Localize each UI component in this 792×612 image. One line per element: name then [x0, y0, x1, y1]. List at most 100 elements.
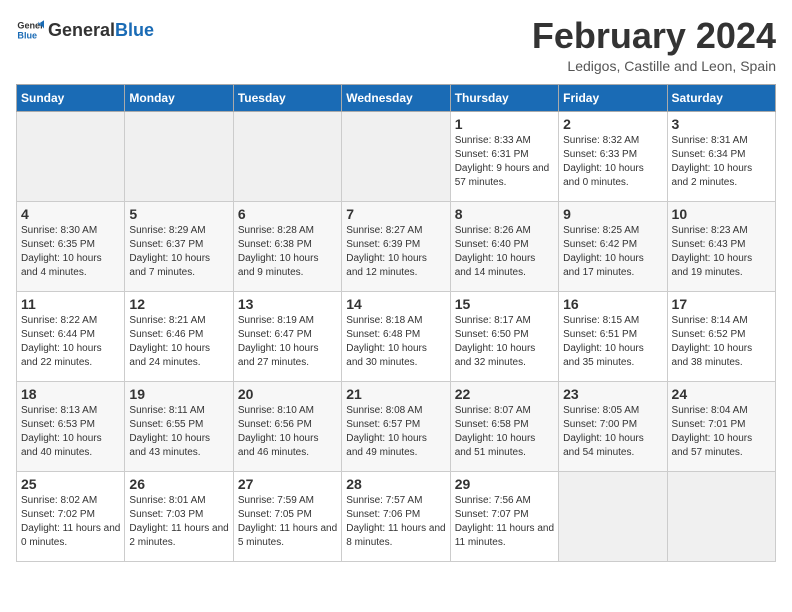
calendar-day-cell: 18 Sunrise: 8:13 AM Sunset: 6:53 PM Dayli…	[17, 381, 125, 471]
calendar-week-row: 25 Sunrise: 8:02 AM Sunset: 7:02 PM Dayli…	[17, 471, 776, 561]
calendar-day-cell: 9Sunrise: 8:25 AM Sunset: 6:42 PM Daylig…	[559, 201, 667, 291]
day-number: 11	[21, 296, 120, 312]
calendar-day-cell: 6Sunrise: 8:28 AM Sunset: 6:38 PM Daylig…	[233, 201, 341, 291]
calendar-day-cell: 13 Sunrise: 8:19 AM Sunset: 6:47 PM Dayli…	[233, 291, 341, 381]
day-number: 14	[346, 296, 445, 312]
day-number: 13	[238, 296, 337, 312]
calendar-day-cell	[559, 471, 667, 561]
day-number: 24	[672, 386, 771, 402]
calendar-header-row: SundayMondayTuesdayWednesdayThursdayFrid…	[17, 84, 776, 111]
day-info: Sunrise: 8:33 AM Sunset: 6:31 PM Dayligh…	[455, 134, 554, 190]
day-info: Sunrise: 7:59 AM Sunset: 7:05 PM Dayligh…	[238, 494, 337, 550]
day-number: 26	[129, 476, 228, 492]
day-info: Sunrise: 8:02 AM Sunset: 7:02 PM Dayligh…	[21, 494, 120, 550]
calendar-table: SundayMondayTuesdayWednesdayThursdayFrid…	[16, 84, 776, 562]
day-info: Sunrise: 8:27 AM Sunset: 6:39 PM Dayligh…	[346, 224, 445, 280]
calendar-week-row: 4Sunrise: 8:30 AM Sunset: 6:35 PM Daylig…	[17, 201, 776, 291]
day-number: 20	[238, 386, 337, 402]
calendar-day-cell: 29Sunrise: 7:56 AM Sunset: 7:07 PM Dayli…	[450, 471, 558, 561]
calendar-day-cell: 12 Sunrise: 8:21 AM Sunset: 6:46 PM Dayli…	[125, 291, 233, 381]
page-subtitle: Ledigos, Castille and Leon, Spain	[532, 58, 776, 74]
day-number: 4	[21, 206, 120, 222]
day-info: Sunrise: 8:26 AM Sunset: 6:40 PM Dayligh…	[455, 224, 554, 280]
day-info: Sunrise: 8:22 AM Sunset: 6:44 PM Dayligh…	[21, 314, 120, 370]
day-info: Sunrise: 8:10 AM Sunset: 6:56 PM Dayligh…	[238, 404, 337, 460]
day-number: 2	[563, 116, 662, 132]
day-info: Sunrise: 8:11 AM Sunset: 6:55 PM Dayligh…	[129, 404, 228, 460]
calendar-day-cell: 8 Sunrise: 8:26 AM Sunset: 6:40 PM Daylig…	[450, 201, 558, 291]
svg-text:General: General	[17, 21, 44, 31]
calendar-day-cell: 4Sunrise: 8:30 AM Sunset: 6:35 PM Daylig…	[17, 201, 125, 291]
calendar-day-cell: 11 Sunrise: 8:22 AM Sunset: 6:44 PM Dayli…	[17, 291, 125, 381]
day-info: Sunrise: 7:56 AM Sunset: 7:07 PM Dayligh…	[455, 494, 554, 550]
day-info: Sunrise: 8:01 AM Sunset: 7:03 PM Dayligh…	[129, 494, 228, 550]
day-info: Sunrise: 8:21 AM Sunset: 6:46 PM Dayligh…	[129, 314, 228, 370]
calendar-day-cell	[17, 111, 125, 201]
calendar-day-cell: 17Sunrise: 8:14 AM Sunset: 6:52 PM Dayli…	[667, 291, 775, 381]
day-number: 28	[346, 476, 445, 492]
calendar-day-header: Friday	[559, 84, 667, 111]
calendar-day-cell: 5 Sunrise: 8:29 AM Sunset: 6:37 PM Daylig…	[125, 201, 233, 291]
calendar-day-cell: 21 Sunrise: 8:08 AM Sunset: 6:57 PM Dayli…	[342, 381, 450, 471]
day-info: Sunrise: 8:29 AM Sunset: 6:37 PM Dayligh…	[129, 224, 228, 280]
calendar-day-cell: 7Sunrise: 8:27 AM Sunset: 6:39 PM Daylig…	[342, 201, 450, 291]
day-info: Sunrise: 8:04 AM Sunset: 7:01 PM Dayligh…	[672, 404, 771, 460]
day-info: Sunrise: 8:13 AM Sunset: 6:53 PM Dayligh…	[21, 404, 120, 460]
calendar-day-cell: 27Sunrise: 7:59 AM Sunset: 7:05 PM Dayli…	[233, 471, 341, 561]
day-number: 5	[129, 206, 228, 222]
calendar-body: 1 Sunrise: 8:33 AM Sunset: 6:31 PM Daylig…	[17, 111, 776, 561]
day-info: Sunrise: 8:23 AM Sunset: 6:43 PM Dayligh…	[672, 224, 771, 280]
day-info: Sunrise: 8:15 AM Sunset: 6:51 PM Dayligh…	[563, 314, 662, 370]
calendar-day-cell	[125, 111, 233, 201]
calendar-day-header: Tuesday	[233, 84, 341, 111]
calendar-day-cell	[233, 111, 341, 201]
calendar-day-header: Thursday	[450, 84, 558, 111]
calendar-day-cell: 19 Sunrise: 8:11 AM Sunset: 6:55 PM Dayli…	[125, 381, 233, 471]
calendar-week-row: 18 Sunrise: 8:13 AM Sunset: 6:53 PM Dayli…	[17, 381, 776, 471]
logo: General Blue GeneralBlue	[16, 16, 154, 44]
day-info: Sunrise: 8:31 AM Sunset: 6:34 PM Dayligh…	[672, 134, 771, 190]
logo-general-text: General	[48, 20, 115, 40]
day-number: 25	[21, 476, 120, 492]
day-number: 8	[455, 206, 554, 222]
calendar-day-cell: 3 Sunrise: 8:31 AM Sunset: 6:34 PM Daylig…	[667, 111, 775, 201]
title-area: February 2024 Ledigos, Castille and Leon…	[532, 16, 776, 74]
page-header: General Blue GeneralBlue February 2024 L…	[16, 16, 776, 74]
day-info: Sunrise: 8:17 AM Sunset: 6:50 PM Dayligh…	[455, 314, 554, 370]
day-number: 10	[672, 206, 771, 222]
calendar-day-header: Saturday	[667, 84, 775, 111]
svg-text:Blue: Blue	[17, 30, 37, 40]
day-info: Sunrise: 8:08 AM Sunset: 6:57 PM Dayligh…	[346, 404, 445, 460]
calendar-day-cell: 25 Sunrise: 8:02 AM Sunset: 7:02 PM Dayli…	[17, 471, 125, 561]
calendar-day-cell: 16Sunrise: 8:15 AM Sunset: 6:51 PM Dayli…	[559, 291, 667, 381]
day-number: 12	[129, 296, 228, 312]
calendar-day-cell: 28 Sunrise: 7:57 AM Sunset: 7:06 PM Dayli…	[342, 471, 450, 561]
day-number: 3	[672, 116, 771, 132]
day-info: Sunrise: 8:32 AM Sunset: 6:33 PM Dayligh…	[563, 134, 662, 190]
day-info: Sunrise: 8:05 AM Sunset: 7:00 PM Dayligh…	[563, 404, 662, 460]
day-number: 22	[455, 386, 554, 402]
day-number: 19	[129, 386, 228, 402]
day-info: Sunrise: 7:57 AM Sunset: 7:06 PM Dayligh…	[346, 494, 445, 550]
calendar-day-header: Sunday	[17, 84, 125, 111]
calendar-day-cell: 23Sunrise: 8:05 AM Sunset: 7:00 PM Dayli…	[559, 381, 667, 471]
page-title: February 2024	[532, 16, 776, 56]
calendar-day-cell: 1 Sunrise: 8:33 AM Sunset: 6:31 PM Daylig…	[450, 111, 558, 201]
calendar-day-cell: 14 Sunrise: 8:18 AM Sunset: 6:48 PM Dayli…	[342, 291, 450, 381]
day-number: 21	[346, 386, 445, 402]
day-number: 15	[455, 296, 554, 312]
day-number: 18	[21, 386, 120, 402]
day-number: 6	[238, 206, 337, 222]
calendar-day-cell: 2 Sunrise: 8:32 AM Sunset: 6:33 PM Daylig…	[559, 111, 667, 201]
day-info: Sunrise: 8:19 AM Sunset: 6:47 PM Dayligh…	[238, 314, 337, 370]
calendar-week-row: 11 Sunrise: 8:22 AM Sunset: 6:44 PM Dayli…	[17, 291, 776, 381]
day-info: Sunrise: 8:25 AM Sunset: 6:42 PM Dayligh…	[563, 224, 662, 280]
calendar-week-row: 1 Sunrise: 8:33 AM Sunset: 6:31 PM Daylig…	[17, 111, 776, 201]
calendar-day-cell: 20 Sunrise: 8:10 AM Sunset: 6:56 PM Dayli…	[233, 381, 341, 471]
calendar-day-cell	[667, 471, 775, 561]
calendar-day-cell: 10 Sunrise: 8:23 AM Sunset: 6:43 PM Dayli…	[667, 201, 775, 291]
day-number: 1	[455, 116, 554, 132]
logo-blue-text: Blue	[115, 20, 154, 40]
calendar-day-cell	[342, 111, 450, 201]
day-info: Sunrise: 8:18 AM Sunset: 6:48 PM Dayligh…	[346, 314, 445, 370]
